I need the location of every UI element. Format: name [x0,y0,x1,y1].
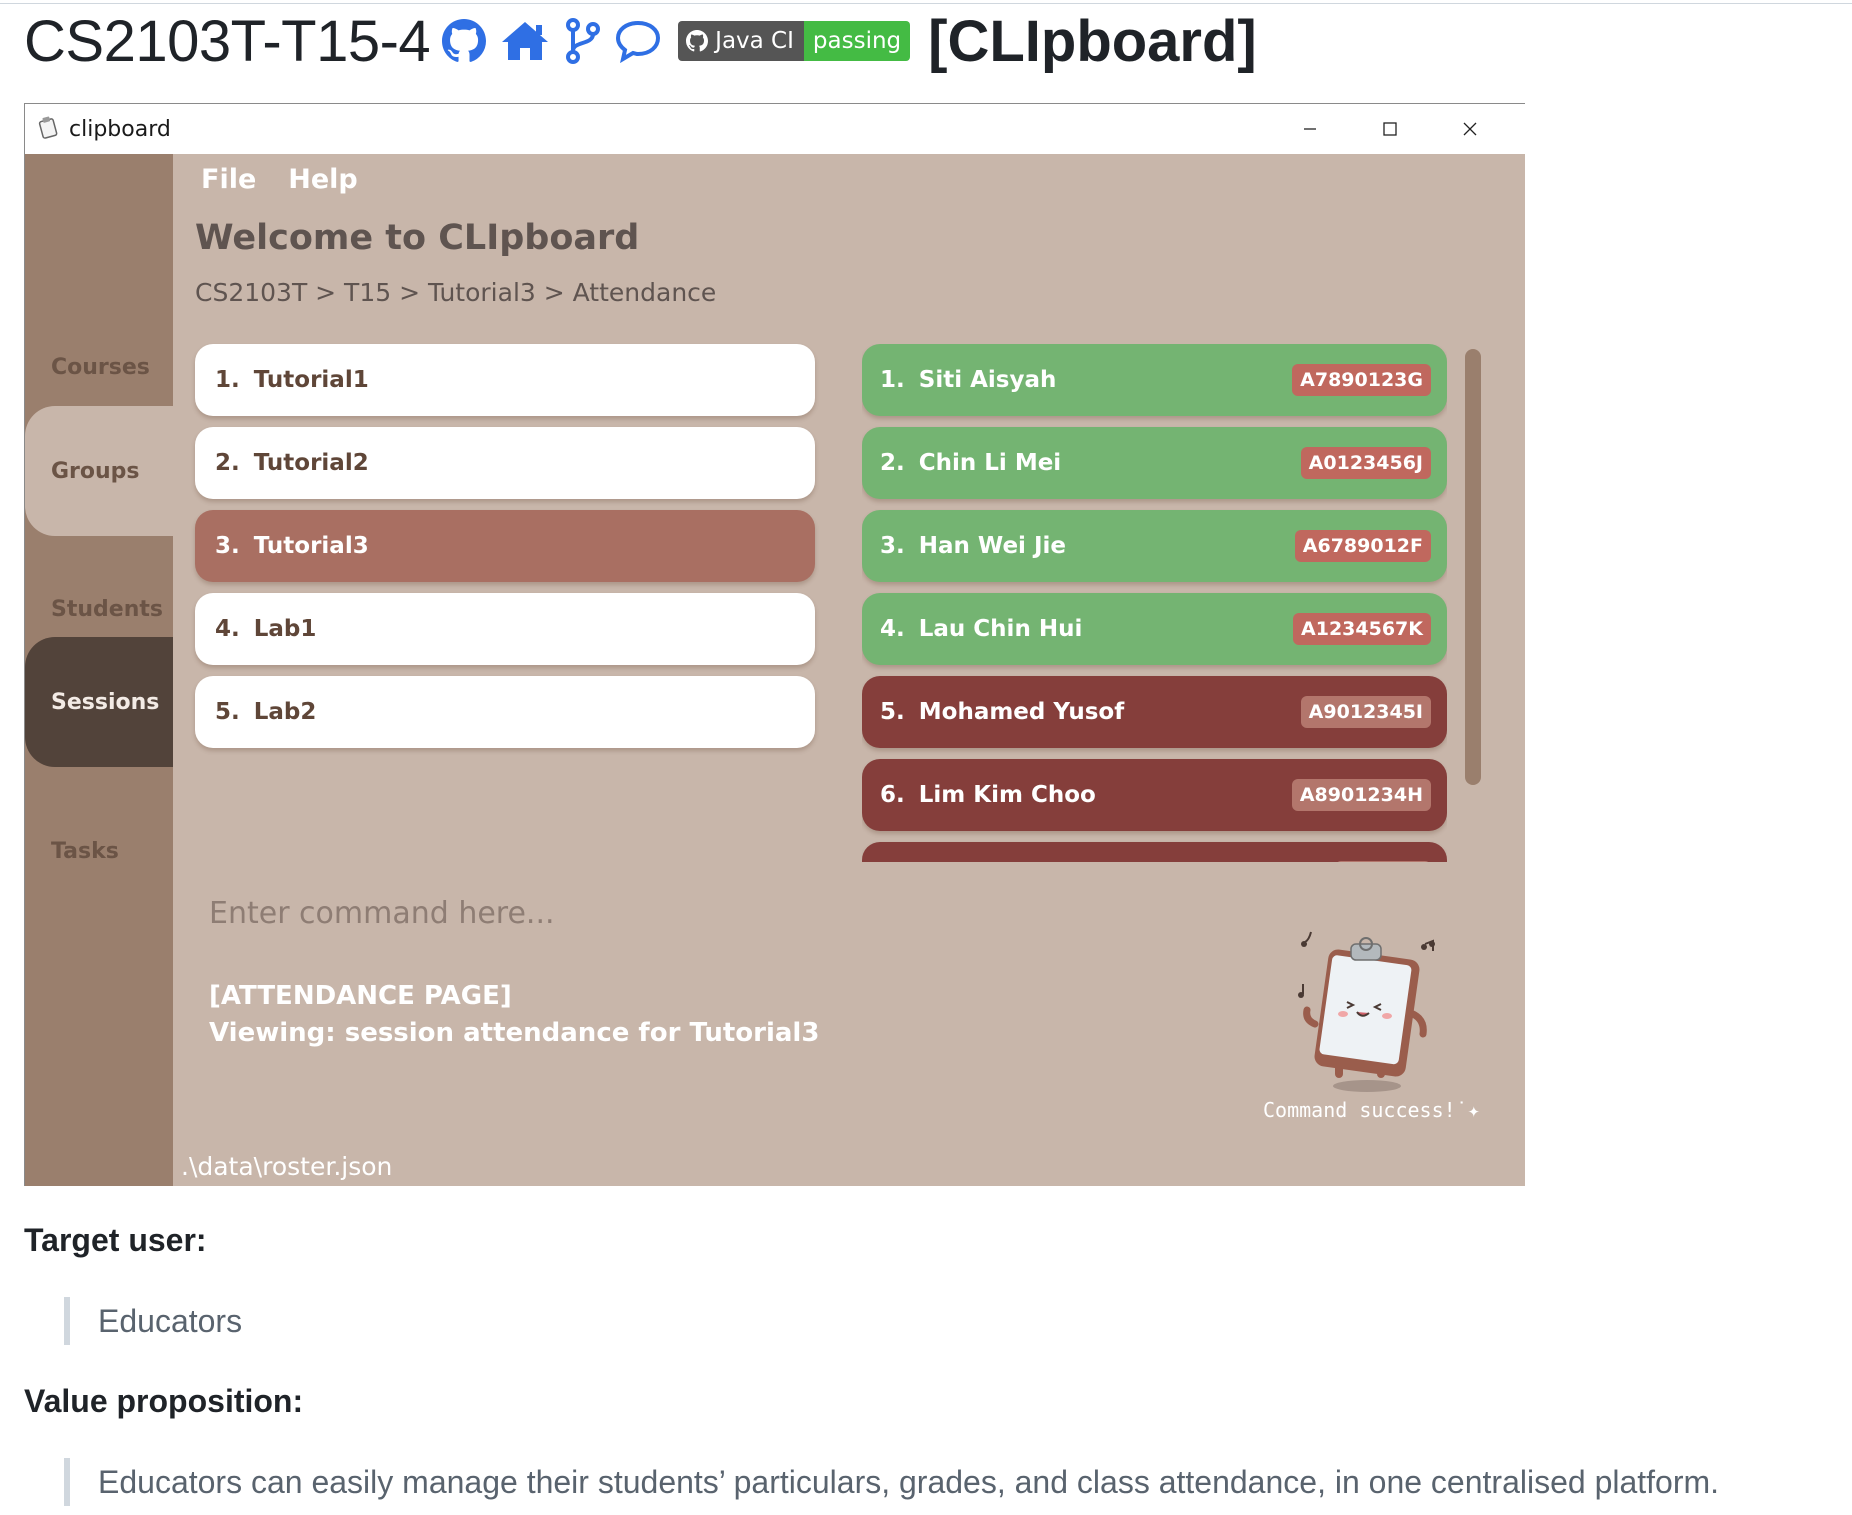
readme-title: CS2103T-T15-4 Java CI passing [CLIpboard… [24,6,1257,76]
student-row-partial[interactable] [862,842,1447,862]
session-item[interactable]: 2. Tutorial2 [195,427,815,499]
page-top-border [0,3,1852,4]
sidebar-item-sessions[interactable]: Sessions [25,637,173,767]
clipboard-app-icon [37,115,61,144]
breadcrumb: CS2103T > T15 > Tutorial3 > Attendance [195,278,717,307]
git-branch-icon[interactable] [564,17,602,65]
student-id-badge: A7890123G [1292,364,1431,396]
list-scrollbar[interactable] [1465,349,1481,785]
menu-file[interactable]: File [201,164,256,195]
student-number: 6. [880,782,905,808]
maximize-icon[interactable] [1350,104,1430,154]
student-name: Siti Aisyah [918,367,1057,393]
window-titlebar: clipboard [25,104,1525,154]
value-proposition-quote: Educators can easily manage their studen… [64,1458,1719,1506]
student-row[interactable]: 1. Siti Aisyah A7890123G [862,344,1447,416]
student-name: Chin Li Mei [918,450,1062,476]
value-proposition-heading: Value proposition: [24,1383,304,1419]
badge-label-section: Java CI [678,21,804,61]
target-user-quote: Educators [64,1297,242,1345]
session-item[interactable]: 1. Tutorial1 [195,344,815,416]
result-line-1: [ATTENDANCE PAGE] [209,981,512,1011]
session-item[interactable]: 5. Lab2 [195,676,815,748]
student-row[interactable]: 2. Chin Li Mei A0123456J [862,427,1447,499]
session-number: 5. [215,699,240,725]
student-number: 1. [880,367,905,393]
session-name: Tutorial1 [253,367,369,393]
close-icon[interactable] [1430,104,1510,154]
sidebar: Courses Groups Students Sessions Tasks [25,154,173,1186]
main-content: File Help Welcome to CLIpboard CS2103T >… [173,154,1525,1186]
result-line-2: Viewing: session attendance for Tutorial… [209,1018,820,1048]
student-id-badge [1335,861,1431,862]
page-title: Welcome to CLIpboard [195,218,640,258]
minimize-icon[interactable] [1270,104,1350,154]
student-name: Han Wei Jie [918,533,1066,559]
session-item-selected[interactable]: 3. Tutorial3 [195,510,815,582]
student-id-badge: A1234567K [1293,613,1431,645]
session-number: 2. [215,450,240,476]
badge-status: passing [803,21,911,61]
sidebar-item-groups[interactable]: Groups [25,406,173,536]
session-name: Tutorial3 [253,533,369,559]
student-number: 5. [880,699,905,725]
student-number: 3. [880,533,905,559]
clipboard-mascot-icon [1295,914,1445,1099]
project-tag: [CLIpboard] [928,8,1257,74]
student-name: Mohamed Yusof [918,699,1125,725]
repo-name: CS2103T-T15-4 [24,8,431,74]
sidebar-item-tasks[interactable]: Tasks [25,786,173,916]
home-icon[interactable] [498,19,552,63]
student-name: Lim Kim Choo [918,782,1096,808]
session-name: Tutorial2 [253,450,369,476]
student-id-badge: A0123456J [1300,447,1431,479]
student-row[interactable]: 6. Lim Kim Choo A8901234H [862,759,1447,831]
session-number: 1. [215,367,240,393]
student-row[interactable]: 4. Lau Chin Hui A1234567K [862,593,1447,665]
session-item[interactable]: 4. Lab1 [195,593,815,665]
chat-bubble-icon[interactable] [614,19,662,63]
student-id-badge: A8901234H [1291,779,1431,811]
mascot-caption: Command success!˙✦ [1263,1098,1480,1122]
student-row[interactable]: 5. Mohamed Yusof A9012345I [862,676,1447,748]
student-row[interactable]: 3. Han Wei Jie A6789012F [862,510,1447,582]
status-bar-path: .\data\roster.json [181,1152,393,1181]
target-user-heading: Target user: [24,1222,207,1258]
github-icon[interactable] [442,19,487,63]
student-number: 4. [880,616,905,642]
student-id-badge: A6789012F [1294,530,1431,562]
session-name: Lab1 [253,616,317,642]
result-display: [ATTENDANCE PAGE] Viewing: session atten… [209,978,819,1052]
attendance-list[interactable]: 1. Siti Aisyah A7890123G 2. Chin Li Mei … [862,344,1447,862]
badge-label: Java CI [715,28,794,54]
student-id-badge: A9012345I [1300,696,1431,728]
ci-badge[interactable]: Java CI passing [678,21,911,61]
session-number: 4. [215,616,240,642]
session-number: 3. [215,533,240,559]
command-input[interactable] [209,896,1009,931]
student-number: 2. [880,450,905,476]
menu-help[interactable]: Help [288,164,358,195]
menu-bar: File Help [201,164,358,195]
app-window: clipboard Courses Groups Students Sessio… [24,103,1525,1186]
window-title: clipboard [69,116,171,142]
session-name: Lab2 [253,699,317,725]
student-name: Lau Chin Hui [918,616,1083,642]
github-small-icon [686,30,709,52]
